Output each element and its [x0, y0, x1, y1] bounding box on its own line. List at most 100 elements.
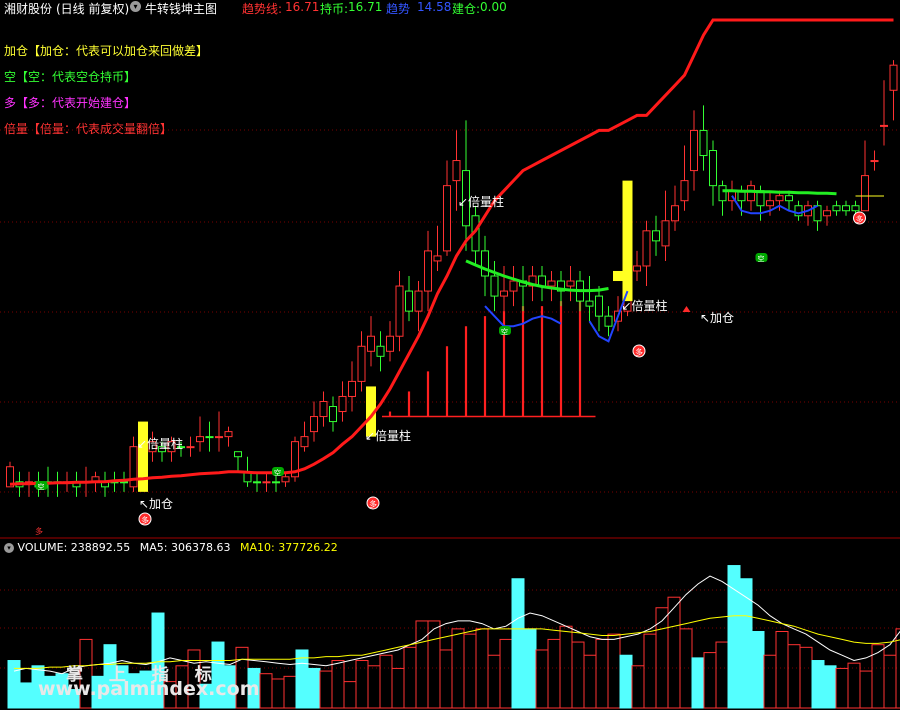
duo-label: 多	[635, 347, 643, 357]
candle-body	[671, 205, 679, 222]
kong-label: 空	[274, 468, 281, 477]
period-label[interactable]: (日线 前复权)	[56, 0, 129, 17]
volume-bar	[319, 670, 333, 709]
legend-jiacang: 加仓【加仓：代表可以加仓来回做差】	[4, 44, 209, 58]
volume-bar	[631, 665, 645, 709]
candle-body	[785, 195, 793, 202]
volume-bar	[331, 660, 345, 709]
candle-body	[120, 481, 128, 484]
candle-body	[376, 345, 385, 357]
candle-body	[604, 315, 613, 327]
candle-body	[709, 150, 717, 187]
volume-bar	[283, 675, 297, 709]
volume-bar	[703, 652, 717, 709]
volume-bar	[391, 667, 405, 709]
candle-body	[766, 200, 774, 207]
volume-bar	[811, 660, 825, 709]
candle-body	[880, 124, 888, 127]
candle-body	[680, 180, 689, 202]
volume-bar	[403, 646, 417, 709]
volume-bar	[739, 578, 753, 709]
volume-bar	[463, 633, 477, 709]
candle-body	[367, 335, 375, 352]
candle-body	[224, 431, 233, 438]
trend-value: 16.71	[285, 0, 320, 14]
candle-body	[357, 345, 366, 382]
volume-bar	[583, 654, 597, 709]
candle-body	[566, 280, 575, 287]
volume-bar	[715, 641, 729, 709]
candle-body	[319, 400, 328, 418]
stock-title[interactable]: 湘财股份	[4, 0, 52, 17]
chart-stage: ↙倍量柱 ↙倍量柱 ↙倍量柱 ↙倍量柱多多多多 ↖加仓 ↖加仓空空空空多 湘财股份 (日线…	[0, 0, 900, 710]
candle-body	[329, 406, 337, 423]
beiliang-bar	[613, 270, 623, 282]
volume-bar	[523, 628, 537, 709]
candle-body	[253, 481, 261, 484]
beiliang-label: ↙倍量柱	[137, 436, 183, 451]
volume-bar	[427, 620, 441, 709]
volume-bar	[259, 673, 273, 709]
volume-panel-icon[interactable]: ▾	[4, 543, 14, 553]
build-label: 建仓:	[452, 2, 481, 16]
volume-bar	[643, 633, 657, 709]
ma10-label: MA10:	[240, 541, 275, 554]
volume-bar	[787, 644, 801, 709]
volume-bar	[487, 654, 501, 709]
candle-body	[395, 285, 404, 337]
candle-body	[272, 481, 280, 484]
kong-label: 空	[38, 482, 45, 491]
legend-kong: 空【空：代表空仓持币】	[4, 70, 137, 84]
build-value: 0.00	[480, 0, 507, 14]
candle-body	[414, 290, 423, 312]
candle-body	[823, 210, 831, 217]
beiliang-label: ↙倍量柱	[622, 298, 668, 313]
volume-bar	[271, 678, 285, 709]
volume-label: VOLUME:	[17, 541, 68, 554]
candle-body	[642, 230, 651, 267]
trend-line	[9, 18, 894, 486]
volume-bar	[859, 670, 873, 709]
volume-bar	[343, 681, 357, 709]
candle-body	[851, 205, 860, 212]
candle-body	[500, 290, 508, 297]
ma5-value: 306378.63	[171, 541, 231, 554]
volume-bar	[415, 620, 429, 709]
volume-bar	[511, 578, 525, 709]
volume-bar	[355, 660, 369, 709]
ma10-value: 377726.22	[278, 541, 338, 554]
candle-body	[861, 175, 869, 212]
candle-body	[443, 185, 451, 252]
volume-bar	[559, 625, 573, 709]
volume-bar	[571, 641, 585, 709]
volume-bar	[835, 667, 849, 709]
indicator-name[interactable]: 牛转钱坤主图	[145, 0, 217, 17]
volume-bar	[367, 665, 381, 709]
volume-bar	[535, 649, 549, 709]
candle-body	[481, 250, 489, 277]
bottom-marker: 多	[35, 526, 43, 536]
candle-body	[186, 446, 195, 449]
trend-label: 趋势线:	[242, 2, 283, 16]
candle-body	[775, 195, 784, 202]
volume-bar	[667, 596, 681, 709]
volume-header: ▾ VOLUME: 238892.55 MA5: 306378.63 MA10:…	[4, 541, 338, 554]
jiacang-arrow	[682, 306, 691, 312]
candle-body	[405, 290, 413, 312]
candle-body	[196, 436, 204, 443]
volume-bar	[847, 662, 861, 709]
candle-body	[452, 160, 461, 182]
jiacang-label: ↖加仓	[139, 497, 173, 511]
candle-body	[842, 205, 850, 212]
candle-body	[234, 451, 242, 458]
hold-value: 16.71	[348, 0, 383, 14]
candle-body	[262, 481, 271, 484]
candle-body	[832, 205, 841, 212]
indicator-dropdown-icon[interactable]: ▾	[130, 1, 141, 12]
volume-bar	[799, 646, 813, 709]
duo-label: 多	[369, 499, 377, 509]
volume-bar	[595, 638, 609, 709]
candle-body	[490, 275, 499, 297]
jiacang-label: ↖加仓	[700, 311, 734, 325]
volume-bar	[619, 654, 633, 709]
